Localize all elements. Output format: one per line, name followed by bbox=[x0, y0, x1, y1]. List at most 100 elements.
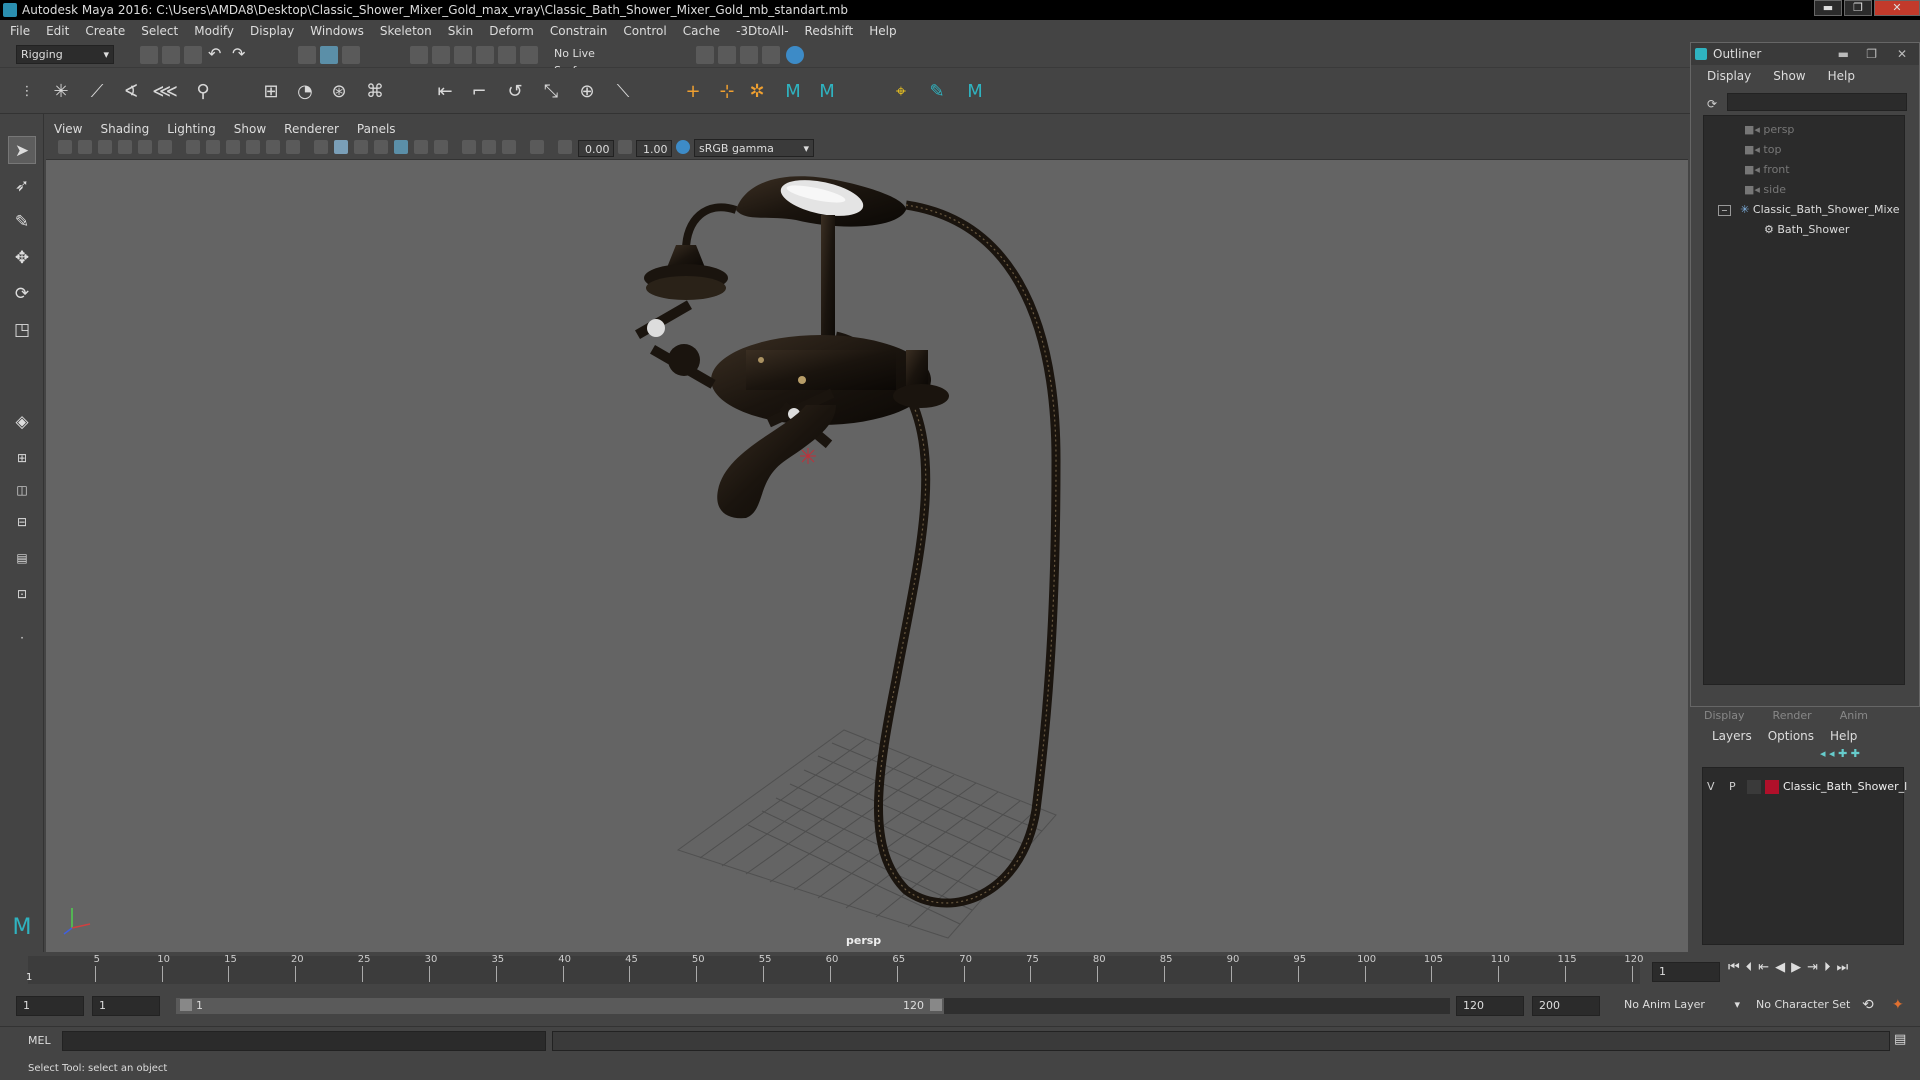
color-management-icon[interactable] bbox=[676, 140, 690, 154]
constraint-aim-icon[interactable]: ⌐ bbox=[466, 79, 492, 105]
viewport-menu-lighting[interactable]: Lighting bbox=[167, 122, 216, 136]
perspective-viewport[interactable]: persp bbox=[46, 160, 1688, 952]
menu-cache[interactable]: Cache bbox=[683, 24, 720, 38]
cluster-icon[interactable]: ⌘ bbox=[362, 79, 388, 105]
grease-pencil-icon[interactable] bbox=[158, 140, 172, 154]
maya-m-small-icon[interactable]: M bbox=[962, 79, 988, 105]
single-view-layout-icon[interactable]: ◈ bbox=[8, 408, 36, 436]
side-by-side-layout-icon[interactable]: ◫ bbox=[8, 476, 36, 504]
exposure-icon[interactable] bbox=[558, 140, 572, 154]
gamma-icon[interactable] bbox=[618, 140, 632, 154]
render-frame-icon[interactable] bbox=[696, 46, 714, 64]
cluster-handle-icon[interactable]: ⊹ bbox=[714, 79, 740, 105]
xray-icon[interactable] bbox=[482, 140, 496, 154]
select-tool-icon[interactable]: ➤ bbox=[8, 136, 36, 164]
close-button[interactable]: ✕ bbox=[1874, 0, 1920, 16]
viewport-menu-renderer[interactable]: Renderer bbox=[284, 122, 339, 136]
layer-playback-toggle[interactable]: P bbox=[1729, 780, 1736, 793]
camera-attr-icon[interactable] bbox=[78, 140, 92, 154]
rig-control-icon[interactable]: ✲ bbox=[744, 79, 770, 105]
script-editor-icon[interactable]: ▤ bbox=[1894, 1032, 1906, 1047]
outliner-menu-help[interactable]: Help bbox=[1828, 69, 1855, 83]
colorspace-dropdown[interactable]: sRGB gamma ▾ bbox=[694, 139, 814, 157]
maya-m-icon[interactable]: M bbox=[780, 79, 806, 105]
menu-help[interactable]: Help bbox=[869, 24, 896, 38]
lasso-tool-icon[interactable]: ➶ bbox=[8, 172, 36, 200]
play-forward-icon[interactable]: ▶ bbox=[1791, 960, 1807, 975]
outliner-menu-display[interactable]: Display bbox=[1707, 69, 1751, 83]
refresh-icon[interactable]: ⟳ bbox=[1707, 97, 1717, 111]
character-set-dropdown[interactable]: No Character Set bbox=[1752, 996, 1870, 1015]
film-gate-icon[interactable] bbox=[206, 140, 220, 154]
menu-modify[interactable]: Modify bbox=[194, 24, 234, 38]
menu-redshift[interactable]: Redshift bbox=[805, 24, 854, 38]
anim-layer-dropdown[interactable]: No Anim Layer ▾ bbox=[1620, 996, 1744, 1015]
resolution-gate-icon[interactable] bbox=[226, 140, 240, 154]
gate-mask-icon[interactable] bbox=[246, 140, 260, 154]
viewport-menu-view[interactable]: View bbox=[54, 122, 82, 136]
isolate-select-icon[interactable] bbox=[462, 140, 476, 154]
layer-menu-layers[interactable]: Layers bbox=[1712, 729, 1752, 743]
backface-icon[interactable] bbox=[530, 140, 544, 154]
step-forward-frame-icon[interactable]: ⏵ bbox=[1824, 960, 1837, 975]
step-back-frame-icon[interactable]: ⏴ bbox=[1746, 960, 1759, 975]
snap-point-icon[interactable] bbox=[454, 46, 472, 64]
outliner-item-top[interactable]: ■◂ top bbox=[1744, 140, 1781, 160]
menu-3dtoall[interactable]: -3DtoAll- bbox=[736, 24, 788, 38]
outliner-item-group[interactable]: − ✳ Classic_Bath_Shower_Mixe bbox=[1718, 200, 1900, 220]
skeleton-icon[interactable]: ⚲ bbox=[190, 79, 216, 105]
wireframe-icon[interactable] bbox=[314, 140, 328, 154]
open-scene-icon[interactable] bbox=[162, 46, 180, 64]
tab-display[interactable]: Display bbox=[1690, 707, 1759, 725]
minimize-button[interactable]: ▬ bbox=[1814, 0, 1842, 16]
minimize-icon[interactable]: ▬ bbox=[1838, 43, 1849, 65]
outliner-item-persp[interactable]: ■◂ persp bbox=[1744, 120, 1794, 140]
shadows-icon[interactable] bbox=[414, 140, 428, 154]
live-surface-field[interactable]: No Live Surface bbox=[550, 45, 640, 77]
four-view-layout-icon[interactable]: ⊞ bbox=[8, 444, 36, 472]
select-component-icon[interactable] bbox=[342, 46, 360, 64]
current-frame-field[interactable]: 1 bbox=[1652, 962, 1720, 982]
lattice-icon[interactable]: ⊛ bbox=[326, 79, 352, 105]
custom-layout-icon[interactable]: · bbox=[8, 624, 36, 652]
constraint-orient-icon[interactable]: ↺ bbox=[502, 79, 528, 105]
play-backward-icon[interactable]: ◀ bbox=[1775, 960, 1791, 975]
undo-icon[interactable]: ↶ bbox=[208, 44, 221, 63]
maximize-icon[interactable]: ❐ bbox=[1866, 43, 1877, 65]
textured-icon[interactable] bbox=[374, 140, 388, 154]
step-back-key-icon[interactable]: ⇤ bbox=[1758, 960, 1775, 975]
range-end-grip[interactable] bbox=[930, 999, 942, 1011]
menu-select[interactable]: Select bbox=[141, 24, 178, 38]
layer-row[interactable]: V P Classic_Bath_Shower_l bbox=[1703, 778, 1907, 796]
layer-menu-options[interactable]: Options bbox=[1768, 729, 1814, 743]
hypershade-icon[interactable] bbox=[762, 46, 780, 64]
range-start-grip[interactable] bbox=[180, 999, 192, 1011]
paint-effects-icon[interactable]: ⌖ bbox=[888, 79, 914, 105]
snap-view-icon[interactable] bbox=[476, 46, 494, 64]
constraint-scale-icon[interactable]: ⤡ bbox=[538, 79, 564, 105]
select-object-icon[interactable] bbox=[320, 46, 338, 64]
maximize-button[interactable]: ❐ bbox=[1844, 0, 1872, 16]
smooth-shade-icon[interactable] bbox=[334, 140, 348, 154]
range-slider-track[interactable]: 1 120 bbox=[176, 998, 1450, 1014]
menu-constrain[interactable]: Constrain bbox=[550, 24, 608, 38]
use-all-lights-icon[interactable] bbox=[394, 140, 408, 154]
menu-create[interactable]: Create bbox=[85, 24, 125, 38]
outliner-item-side[interactable]: ■◂ side bbox=[1744, 180, 1786, 200]
move-layer-up-icon[interactable]: ◂ bbox=[1820, 747, 1829, 760]
xray-joints-icon[interactable] bbox=[502, 140, 516, 154]
safe-action-icon[interactable] bbox=[286, 140, 300, 154]
field-chart-icon[interactable] bbox=[266, 140, 280, 154]
outliner-menu-show[interactable]: Show bbox=[1773, 69, 1805, 83]
ik-spline-icon[interactable]: ∢ bbox=[118, 79, 144, 105]
playback-end-field[interactable]: 120 bbox=[1456, 996, 1524, 1016]
start-time-field[interactable]: 1 bbox=[16, 996, 84, 1016]
tab-render[interactable]: Render bbox=[1759, 707, 1826, 725]
command-language-label[interactable]: MEL bbox=[28, 1034, 51, 1047]
outliner-filter-input[interactable] bbox=[1727, 93, 1907, 111]
menuset-dropdown[interactable]: Rigging ▾ bbox=[16, 45, 114, 64]
outliner-item-front[interactable]: ■◂ front bbox=[1744, 160, 1790, 180]
ik-handle-icon[interactable]: ⟋ bbox=[84, 79, 110, 105]
layer-visibility-toggle[interactable]: V bbox=[1707, 780, 1715, 793]
playback-start-field[interactable]: 1 bbox=[92, 996, 160, 1016]
